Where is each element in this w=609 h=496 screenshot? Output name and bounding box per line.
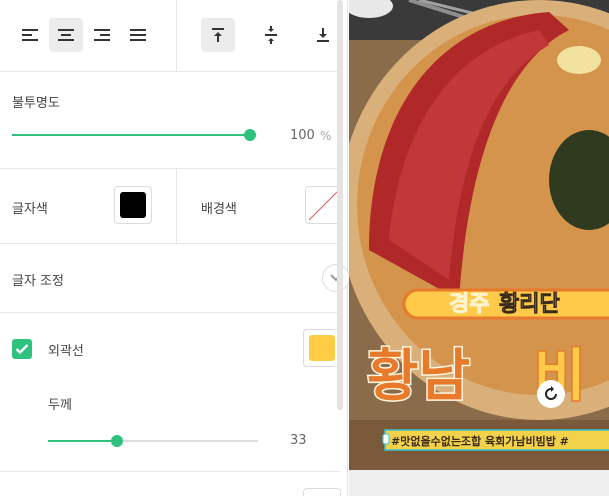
subtitle-city: 경주	[449, 292, 489, 317]
align-justify-icon	[130, 29, 146, 41]
align-top-icon	[212, 28, 224, 42]
rotate-icon	[545, 386, 557, 400]
text-color-chip	[120, 192, 146, 218]
align-center-icon	[58, 29, 74, 41]
text-adjust-label: 글자 조정	[12, 274, 64, 289]
text-color-label: 글자색	[12, 202, 48, 217]
headline-left: 황남	[367, 344, 470, 409]
rotate-handle[interactable]	[537, 380, 565, 408]
align-middle-button[interactable]	[254, 18, 288, 52]
alignment-row	[0, 0, 340, 72]
no-color-icon	[308, 189, 340, 221]
align-top-button[interactable]	[201, 18, 235, 52]
canvas-preview[interactable]: 경주 황리단 황남 비 #맛없을수없는조합 육회가남비빔밥 #	[349, 0, 609, 470]
opacity-unit: %	[320, 129, 332, 143]
opacity-label: 불투명도	[12, 96, 60, 111]
text-color-swatch[interactable]	[114, 186, 152, 224]
next-color-swatch[interactable]	[303, 488, 341, 496]
background-color-label: 배경색	[201, 202, 237, 217]
opacity-value: 100	[290, 128, 315, 143]
align-center-button[interactable]	[49, 18, 83, 52]
align-left-button[interactable]	[13, 18, 47, 52]
divider	[176, 0, 177, 72]
outline-row: 외곽선 두께 33	[0, 313, 341, 472]
outline-checkbox[interactable]	[12, 339, 32, 359]
food-photo: 경주 황리단 황남 비 #맛없을수없는조합 육회가남비빔밥 #	[349, 0, 609, 470]
align-right-button[interactable]	[85, 18, 119, 52]
color-row: 글자색 배경색	[0, 169, 343, 244]
outline-color-swatch[interactable]	[303, 329, 341, 367]
canvas-footer	[349, 470, 609, 496]
thickness-label: 두께	[48, 398, 72, 413]
outline-color-chip	[309, 335, 335, 361]
thickness-slider-fill	[48, 440, 118, 442]
thickness-value: 33	[290, 433, 307, 448]
opacity-row: 불투명도 100 %	[0, 72, 340, 169]
subtitle-district: 황리단	[499, 292, 560, 317]
divider	[176, 169, 177, 244]
thickness-slider-handle[interactable]	[111, 435, 124, 447]
text-adjust-row[interactable]: 글자 조정	[0, 244, 340, 313]
opacity-slider-handle[interactable]	[244, 129, 256, 141]
opacity-slider-fill	[12, 134, 250, 136]
align-justify-button[interactable]	[121, 18, 155, 52]
next-row	[0, 472, 341, 496]
hashtag-text: #맛없을수없는조합 육회가남비빔밥 #	[391, 434, 569, 448]
outline-label: 외곽선	[48, 344, 84, 359]
align-middle-icon	[265, 26, 277, 44]
align-left-icon	[22, 29, 38, 41]
panel-scrollbar[interactable]	[337, 0, 343, 410]
align-right-icon	[94, 29, 110, 41]
expand-button[interactable]	[322, 264, 350, 292]
text-properties-panel: 불투명도 100 % 글자색 배경색 글자 조정 외곽선 두께 33	[0, 0, 350, 496]
checkmark-icon	[15, 344, 29, 355]
align-bottom-icon	[317, 28, 329, 42]
align-bottom-button[interactable]	[306, 18, 340, 52]
